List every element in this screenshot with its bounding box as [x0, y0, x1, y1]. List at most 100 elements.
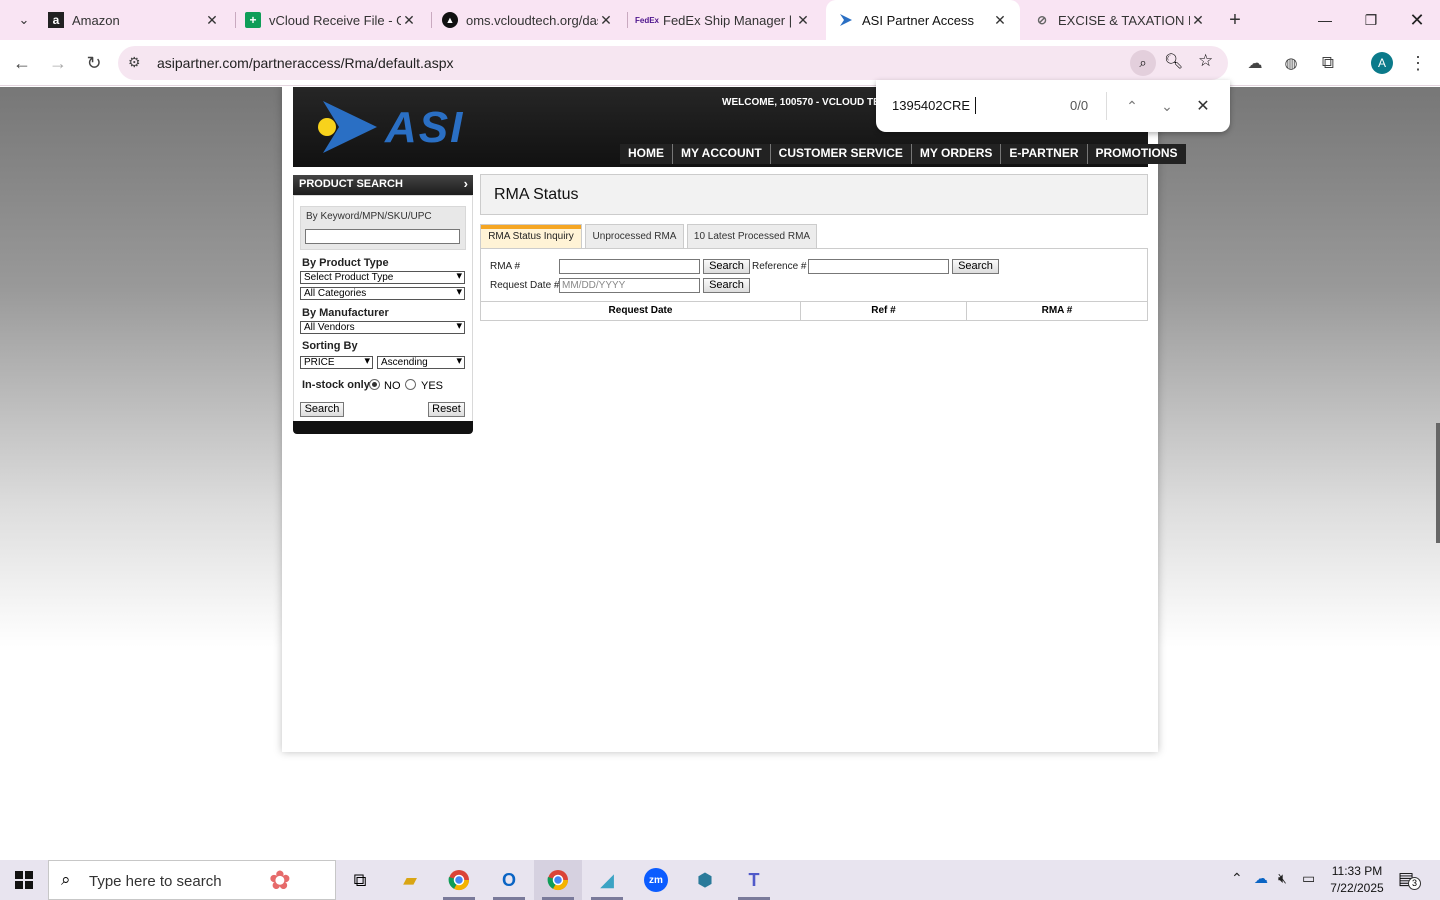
forward-button[interactable]: →: [43, 48, 73, 78]
rma-search-form: RMA # Search Reference # Search Request …: [480, 248, 1148, 302]
asi-logo[interactable]: ASI: [315, 99, 490, 160]
tab-title: oms.vcloudtech.org/das: [466, 12, 598, 28]
system-clock[interactable]: 11:33 PM 7/22/2025: [1322, 863, 1392, 897]
sort-order-select[interactable]: Ascending: [377, 356, 465, 369]
rma-results-table-header: Request Date Ref # RMA #: [480, 301, 1148, 321]
close-icon[interactable]: ✕: [1190, 12, 1206, 29]
menu-kebab-icon[interactable]: ⋮: [1403, 48, 1433, 78]
tab-amazon[interactable]: a Amazon ✕: [36, 0, 232, 40]
teams-icon[interactable]: T: [730, 860, 778, 900]
restore-button[interactable]: ❐: [1348, 0, 1394, 40]
new-tab-button[interactable]: +: [1220, 0, 1250, 40]
onedrive-icon[interactable]: ☁: [1254, 870, 1268, 887]
nav-customer-service[interactable]: CUSTOMER SERVICE: [769, 144, 911, 164]
extensions-puzzle-icon[interactable]: ⧉: [1313, 48, 1343, 78]
find-in-page-icon[interactable]: ⌕: [1130, 50, 1156, 76]
find-next-button[interactable]: ⌄: [1155, 94, 1179, 118]
close-icon[interactable]: ✕: [401, 12, 417, 29]
tab-vcloud-receive[interactable]: + vCloud Receive File - Go ✕: [233, 0, 429, 40]
page-scrollbar[interactable]: [1436, 423, 1440, 543]
find-close-button[interactable]: ✕: [1191, 94, 1215, 118]
tab-excise[interactable]: ⊘ EXCISE & TAXATION DE ✕: [1022, 0, 1218, 40]
url-text: asipartner.com/partneraccess/Rma/default…: [157, 55, 454, 71]
tab-title: EXCISE & TAXATION DE: [1058, 12, 1190, 28]
product-type-label: By Product Type: [302, 257, 389, 269]
tab-rma-status-inquiry[interactable]: RMA Status Inquiry: [480, 224, 582, 249]
find-prev-button[interactable]: ⌃: [1120, 94, 1144, 118]
nav-e-partner[interactable]: E-PARTNER: [1000, 144, 1086, 164]
chevron-down-icon: ⌄: [18, 12, 30, 27]
chevron-right-icon[interactable]: ›: [464, 176, 468, 191]
close-icon[interactable]: ✕: [992, 12, 1008, 29]
product-type-select[interactable]: Select Product Type: [300, 271, 465, 284]
tab-fedex[interactable]: FedEx FedEx Ship Manager | C ✕: [627, 0, 823, 40]
chrome-icon[interactable]: [435, 860, 483, 900]
find-bar: 1395402CRE 0/0 ⌃ ⌄ ✕: [876, 80, 1230, 132]
restore-icon: ❐: [1364, 11, 1378, 28]
tab-asi-partner[interactable]: ASI Partner Access ✕: [826, 0, 1020, 40]
sort-field-select[interactable]: PRICE: [300, 356, 373, 369]
arrow-left-icon: ←: [13, 52, 31, 73]
app-icon[interactable]: ◢: [583, 860, 631, 900]
notifications-icon[interactable]: ▤ 3: [1398, 869, 1421, 890]
request-date-input[interactable]: MM/DD/YYYY: [559, 278, 700, 293]
window-close-button[interactable]: ✕: [1394, 0, 1440, 40]
asi-icon: [838, 12, 854, 28]
nav-promotions[interactable]: PROMOTIONS: [1086, 144, 1186, 164]
file-explorer-icon[interactable]: ▰: [386, 860, 434, 900]
chevron-down-icon: ⌄: [1161, 97, 1173, 114]
close-icon[interactable]: ✕: [204, 12, 220, 29]
chevron-up-icon[interactable]: ⌃: [1231, 870, 1243, 887]
manufacturer-select[interactable]: All Vendors: [300, 321, 465, 334]
start-button[interactable]: [0, 860, 48, 900]
outlook-icon[interactable]: O: [485, 860, 533, 900]
product-reset-button[interactable]: Reset: [428, 402, 465, 417]
sorting-label: Sorting By: [302, 340, 358, 352]
find-input[interactable]: 1395402CRE: [892, 98, 970, 113]
chrome-profile-icon[interactable]: [534, 860, 582, 900]
nav-home[interactable]: HOME: [620, 144, 672, 164]
tab-unprocessed-rma[interactable]: Unprocessed RMA: [585, 224, 684, 249]
product-search-title: PRODUCT SEARCH: [299, 178, 403, 190]
extension-globe-icon[interactable]: ◍: [1276, 48, 1306, 78]
instock-yes-radio[interactable]: [405, 379, 416, 390]
reference-input[interactable]: [808, 259, 949, 274]
back-button[interactable]: ←: [7, 48, 37, 78]
volume-muted-icon[interactable]: 🔇︎: [1278, 870, 1287, 887]
taskbar-search[interactable]: ⌕ Type here to search ✿: [48, 860, 336, 900]
tab-latest-processed-rma[interactable]: 10 Latest Processed RMA: [687, 224, 817, 249]
product-search-button[interactable]: Search: [300, 402, 344, 417]
zoom-app-icon[interactable]: zm: [632, 860, 680, 900]
network-icon[interactable]: ▭: [1302, 870, 1315, 887]
reload-button[interactable]: ↻: [79, 48, 109, 78]
close-icon[interactable]: ✕: [795, 12, 811, 29]
clock-time: 11:33 PM: [1331, 864, 1383, 878]
site-info-icon[interactable]: ⚙: [128, 54, 141, 71]
date-search-button[interactable]: Search: [703, 278, 750, 293]
text-caret: [975, 97, 976, 114]
close-icon[interactable]: ✕: [598, 12, 614, 29]
extension-cloud-icon[interactable]: ☁: [1240, 48, 1270, 78]
keyword-box: By Keyword/MPN/SKU/UPC: [300, 206, 466, 250]
task-view-icon[interactable]: ⧉: [336, 860, 384, 900]
notification-badge: 3: [1408, 877, 1421, 890]
keyword-input[interactable]: [305, 229, 460, 244]
arrow-right-icon: →: [49, 52, 67, 73]
nav-my-account[interactable]: MY ACCOUNT: [672, 144, 770, 164]
category-select[interactable]: All Categories: [300, 287, 465, 300]
profile-avatar[interactable]: A: [1367, 48, 1397, 78]
reference-search-button[interactable]: Search: [952, 259, 999, 274]
nav-my-orders[interactable]: MY ORDERS: [910, 144, 1000, 164]
bookmark-star-icon[interactable]: ☆: [1198, 51, 1213, 71]
tab-oms[interactable]: ▲ oms.vcloudtech.org/das ✕: [430, 0, 626, 40]
instock-yes-label: YES: [421, 380, 444, 392]
clock-date: 7/22/2025: [1330, 881, 1384, 895]
rma-search-button[interactable]: Search: [703, 259, 750, 274]
instock-no-radio[interactable]: [369, 379, 380, 390]
vpn-app-icon[interactable]: ⬢: [681, 860, 729, 900]
address-bar[interactable]: ⚙ asipartner.com/partneraccess/Rma/defau…: [118, 46, 1228, 80]
rma-number-input[interactable]: [559, 259, 700, 274]
reload-icon: ↻: [86, 52, 102, 73]
zoom-icon[interactable]: 🔍︎: [1164, 52, 1183, 70]
minimize-button[interactable]: —: [1302, 0, 1348, 40]
